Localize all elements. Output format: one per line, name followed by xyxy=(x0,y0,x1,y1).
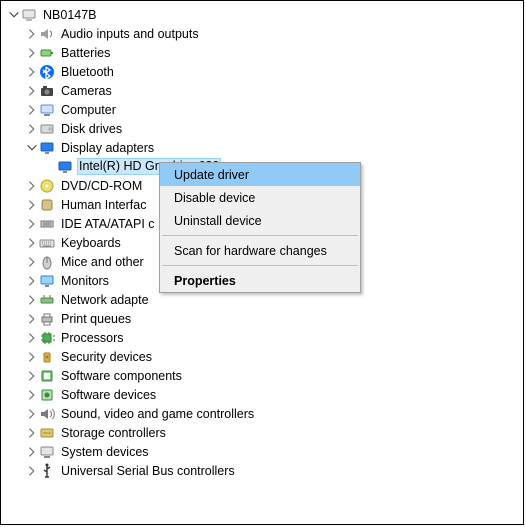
network-icon xyxy=(39,292,55,308)
expand-toggle[interactable] xyxy=(25,426,39,440)
expand-toggle[interactable] xyxy=(25,407,39,421)
display-icon xyxy=(57,159,73,175)
cpu-icon xyxy=(39,330,55,346)
category-bluetooth[interactable]: Bluetooth xyxy=(7,62,523,81)
keyboard-icon xyxy=(39,235,55,251)
expand-toggle[interactable] xyxy=(25,388,39,402)
menu-item-uninstall-device[interactable]: Uninstall device xyxy=(160,209,360,232)
expand-toggle[interactable] xyxy=(25,464,39,478)
expand-toggle[interactable] xyxy=(25,46,39,60)
menu-item-scan-for-hardware-changes[interactable]: Scan for hardware changes xyxy=(160,239,360,262)
hid-icon xyxy=(39,197,55,213)
menu-item-update-driver[interactable]: Update driver xyxy=(160,163,360,186)
category-system[interactable]: System devices xyxy=(7,442,523,461)
category-label: Monitors xyxy=(59,274,111,288)
expand-toggle[interactable] xyxy=(25,65,39,79)
category-label: Print queues xyxy=(59,312,133,326)
category-label: Security devices xyxy=(59,350,154,364)
menu-separator xyxy=(162,235,358,236)
expand-toggle[interactable] xyxy=(25,198,39,212)
security-icon xyxy=(39,349,55,365)
expand-toggle[interactable] xyxy=(25,141,39,155)
root-label: NB0147B xyxy=(41,8,99,22)
category-cameras[interactable]: Cameras xyxy=(7,81,523,100)
category-audio[interactable]: Audio inputs and outputs xyxy=(7,24,523,43)
expand-toggle[interactable] xyxy=(25,84,39,98)
category-swcomp[interactable]: Software components xyxy=(7,366,523,385)
expand-toggle[interactable] xyxy=(25,236,39,250)
category-label: Batteries xyxy=(59,46,112,60)
display-icon xyxy=(39,140,55,156)
expand-toggle[interactable] xyxy=(25,312,39,326)
category-print[interactable]: Print queues xyxy=(7,309,523,328)
mouse-icon xyxy=(39,254,55,270)
category-label: Keyboards xyxy=(59,236,123,250)
category-label: Mice and other xyxy=(59,255,146,269)
printer-icon xyxy=(39,311,55,327)
device-manager-window: { "root": { "label": "NB0147B" }, "categ… xyxy=(0,0,524,525)
expand-toggle[interactable] xyxy=(25,331,39,345)
category-usb[interactable]: Universal Serial Bus controllers xyxy=(7,461,523,480)
swcomp-icon xyxy=(39,368,55,384)
expand-toggle[interactable] xyxy=(25,27,39,41)
speaker-icon xyxy=(39,26,55,42)
category-disk[interactable]: Disk drives xyxy=(7,119,523,138)
category-label: Audio inputs and outputs xyxy=(59,27,201,41)
menu-item-disable-device[interactable]: Disable device xyxy=(160,186,360,209)
dvd-icon xyxy=(39,178,55,194)
expand-toggle[interactable] xyxy=(25,369,39,383)
category-label: Software devices xyxy=(59,388,158,402)
expand-toggle[interactable] xyxy=(25,255,39,269)
category-storage[interactable]: Storage controllers xyxy=(7,423,523,442)
category-batteries[interactable]: Batteries xyxy=(7,43,523,62)
disk-icon xyxy=(39,121,55,137)
bluetooth-icon xyxy=(39,64,55,80)
category-label: Disk drives xyxy=(59,122,124,136)
category-label: Processors xyxy=(59,331,126,345)
category-label: Computer xyxy=(59,103,118,117)
category-security[interactable]: Security devices xyxy=(7,347,523,366)
swdev-icon xyxy=(39,387,55,403)
expand-toggle[interactable] xyxy=(25,293,39,307)
category-label: IDE ATA/ATAPI c xyxy=(59,217,157,231)
expand-toggle[interactable] xyxy=(25,103,39,117)
category-display[interactable]: Display adapters xyxy=(7,138,523,157)
tree-root[interactable]: NB0147B xyxy=(7,5,523,24)
expand-toggle[interactable] xyxy=(25,445,39,459)
expand-toggle[interactable] xyxy=(25,350,39,364)
category-swdev[interactable]: Software devices xyxy=(7,385,523,404)
usb-icon xyxy=(39,463,55,479)
category-label: Sound, video and game controllers xyxy=(59,407,256,421)
context-menu: Update driverDisable deviceUninstall dev… xyxy=(159,162,361,293)
storage-icon xyxy=(39,425,55,441)
expand-toggle[interactable] xyxy=(25,217,39,231)
expand-toggle[interactable] xyxy=(25,122,39,136)
camera-icon xyxy=(39,83,55,99)
computer-root-icon xyxy=(21,7,37,23)
expand-toggle[interactable] xyxy=(25,274,39,288)
category-label: Universal Serial Bus controllers xyxy=(59,464,237,478)
sound-icon xyxy=(39,406,55,422)
category-sound[interactable]: Sound, video and game controllers xyxy=(7,404,523,423)
category-label: Human Interfac xyxy=(59,198,148,212)
expand-toggle[interactable] xyxy=(25,179,39,193)
ide-icon xyxy=(39,216,55,232)
menu-item-properties[interactable]: Properties xyxy=(160,269,360,292)
menu-separator xyxy=(162,265,358,266)
system-icon xyxy=(39,444,55,460)
battery-icon xyxy=(39,45,55,61)
expand-toggle[interactable] xyxy=(7,8,21,22)
monitor-icon xyxy=(39,273,55,289)
category-label: Bluetooth xyxy=(59,65,116,79)
category-processors[interactable]: Processors xyxy=(7,328,523,347)
category-label: Cameras xyxy=(59,84,114,98)
category-label: Storage controllers xyxy=(59,426,168,440)
category-computer[interactable]: Computer xyxy=(7,100,523,119)
category-label: Network adapte xyxy=(59,293,151,307)
category-label: System devices xyxy=(59,445,151,459)
category-label: DVD/CD-ROM xyxy=(59,179,144,193)
category-label: Software components xyxy=(59,369,184,383)
category-label: Display adapters xyxy=(59,141,156,155)
computer-icon xyxy=(39,102,55,118)
